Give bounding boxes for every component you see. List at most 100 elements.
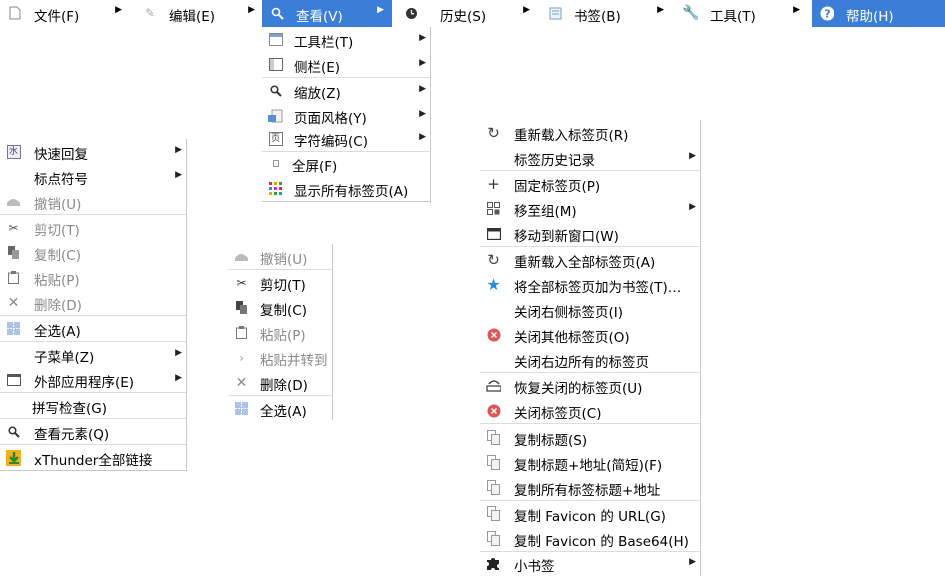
view-encoding-item[interactable]: 页 字符编码(C) ▶ xyxy=(262,126,432,151)
copy-item[interactable]: 复制(C) xyxy=(0,240,188,265)
copy-favicon-base64-item[interactable]: 复制 Favicon 的 Base64(H) xyxy=(480,526,702,551)
chevron-right-icon: ▶ xyxy=(377,5,384,15)
quick-reply-label: 快速回复 xyxy=(34,147,88,163)
pin-tab-item[interactable]: + 固定标签页(P) xyxy=(480,171,702,196)
reload-all-tabs-item[interactable]: ↻ 重新载入全部标签页(A) xyxy=(480,247,702,272)
chevron-right-icon: ▶ xyxy=(419,58,426,68)
copy-page-icon xyxy=(486,480,501,495)
punctuation-label: 标点符号 xyxy=(34,172,88,188)
copy-favicon-url-item[interactable]: 复制 Favicon 的 URL(G) xyxy=(480,501,702,526)
copy-title-item[interactable]: 复制标题(S) xyxy=(480,425,702,450)
menu-history[interactable]: 历史(S) ▶ xyxy=(396,0,538,27)
move-to-group-item[interactable]: 移至组(M) ▶ xyxy=(480,196,702,221)
cut-item[interactable]: ✂ 剪切(T) xyxy=(228,270,334,295)
star-icon: ★ xyxy=(486,275,501,294)
external-apps-item[interactable]: 外部应用程序(E) ▶ xyxy=(0,367,188,392)
chevron-right-icon: ▶ xyxy=(419,84,426,94)
xthunder-item[interactable]: xThunder全部链接 xyxy=(0,445,188,470)
view-page-style-item[interactable]: 页面风格(Y) ▶ xyxy=(262,103,432,128)
menu-edit[interactable]: ✎ 编辑(E) ▶ xyxy=(135,0,263,27)
undo-item[interactable]: 撤销(U) xyxy=(0,189,188,214)
menu-help[interactable]: ? 帮助(H) xyxy=(812,0,945,27)
undo-item[interactable]: 撤销(U) xyxy=(228,244,334,269)
view-toolbar-item[interactable]: 工具栏(T) ▶ xyxy=(262,27,432,52)
arrow-right-icon: › xyxy=(239,350,244,365)
view-zoom-item[interactable]: 缩放(Z) ▶ xyxy=(262,78,432,103)
restore-closed-tab-label: 恢复关闭的标签页(U) xyxy=(514,381,643,397)
reload-tab-item[interactable]: ↻ 重新载入标签页(R) xyxy=(480,120,702,145)
submenu-item[interactable]: 子菜单(Z) ▶ xyxy=(0,342,188,367)
chevron-right-icon: ▶ xyxy=(657,5,664,15)
delete-item[interactable]: ✕ 删除(D) xyxy=(228,370,334,395)
view-page-style-label: 页面风格(Y) xyxy=(294,111,367,127)
copy-label: 复制(C) xyxy=(260,303,307,319)
copy-item[interactable]: 复制(C) xyxy=(228,295,334,320)
reload-icon: ↻ xyxy=(487,123,500,142)
chevron-right-icon: ▶ xyxy=(523,5,530,15)
close-right-tabs-item[interactable]: 关闭右侧标签页(I) xyxy=(480,297,702,322)
context-menu-left: 水 快速回复 ▶ 标点符号 ▶ 撤销(U) ✂ 剪切(T) 复制(C) 粘贴(P… xyxy=(0,139,188,471)
bookmarklets-item[interactable]: 小书签 ▶ xyxy=(480,551,702,576)
view-toolbar-label: 工具栏(T) xyxy=(294,35,354,51)
bookmark-all-tabs-item[interactable]: ★ 将全部标签页加为书签(T)… xyxy=(480,272,702,297)
chevron-right-icon: ▶ xyxy=(689,151,696,161)
menu-bookmarks[interactable]: 书签(B) ▶ xyxy=(540,0,672,27)
chevron-right-icon: ▶ xyxy=(115,5,122,15)
page-icon xyxy=(8,6,22,20)
view-sidebar-label: 侧栏(E) xyxy=(294,60,341,76)
undo-label: 撤销(U) xyxy=(260,252,308,268)
view-sidebar-item[interactable]: 侧栏(E) ▶ xyxy=(262,52,432,77)
close-all-right-tabs-item[interactable]: 关闭右边所有的标签页 xyxy=(480,347,702,372)
paste-and-go-label: 粘贴并转到 xyxy=(260,353,328,369)
delete-item[interactable]: ✕ 删除(D) xyxy=(0,290,188,315)
close-red-icon xyxy=(486,403,501,418)
copy-label: 复制(C) xyxy=(34,248,81,264)
view-fullscreen-item[interactable]: 全屏(F) xyxy=(262,151,432,176)
quick-reply-item[interactable]: 水 快速回复 ▶ xyxy=(0,139,188,164)
chevron-right-icon: ▶ xyxy=(175,373,182,383)
select-all-item[interactable]: 全选(A) xyxy=(228,396,334,421)
chevron-right-icon: ▶ xyxy=(248,5,255,15)
menu-file[interactable]: 文件(F) ▶ xyxy=(0,0,130,27)
move-to-new-window-item[interactable]: 移动到新窗口(W) xyxy=(480,221,702,246)
tab-history-item[interactable]: 标签历史记录 ▶ xyxy=(480,145,702,170)
copy-page-icon xyxy=(486,430,501,445)
paste-item[interactable]: 粘贴(P) xyxy=(0,265,188,290)
select-all-item[interactable]: 全选(A) xyxy=(0,316,188,341)
copy-icon xyxy=(234,300,249,315)
view-all-tabs-item[interactable]: 显示所有标签页(A) xyxy=(262,176,432,201)
menu-view-label: 查看(V) xyxy=(296,9,343,25)
paste-label: 粘贴(P) xyxy=(34,273,80,289)
wrench-icon: 🔧 xyxy=(682,5,700,21)
copy-title-url-short-item[interactable]: 复制标题+地址(简短)(F) xyxy=(480,450,702,475)
menu-tools[interactable]: 🔧 工具(T) ▶ xyxy=(676,0,808,27)
inspect-element-item[interactable]: 查看元素(Q) xyxy=(0,419,188,444)
chevron-right-icon: ▶ xyxy=(793,5,800,15)
copy-page-icon xyxy=(486,531,501,546)
view-zoom-label: 缩放(Z) xyxy=(294,86,341,102)
close-other-tabs-item[interactable]: 关闭其他标签页(O) xyxy=(480,322,702,347)
restore-closed-tab-item[interactable]: 恢复关闭的标签页(U) xyxy=(480,373,702,398)
undo-icon xyxy=(6,194,21,209)
delete-label: 删除(D) xyxy=(260,378,308,394)
chevron-right-icon: ▶ xyxy=(175,170,182,180)
tab-context-menu: ↻ 重新载入标签页(R) 标签历史记录 ▶ + 固定标签页(P) 移至组(M) … xyxy=(480,120,702,576)
submenu-label: 子菜单(Z) xyxy=(34,350,95,366)
paste-item[interactable]: 粘贴(P) xyxy=(228,320,334,345)
spellcheck-item[interactable]: 拼写检查(G) xyxy=(0,393,188,418)
chevron-right-icon: ▶ xyxy=(689,202,696,212)
menu-help-label: 帮助(H) xyxy=(846,9,894,25)
select-all-icon xyxy=(6,321,21,336)
paste-and-go-item[interactable]: › 粘贴并转到 xyxy=(228,345,334,370)
spellcheck-label: 拼写检查(G) xyxy=(32,401,107,417)
delete-icon: ✕ xyxy=(7,294,20,311)
cut-item[interactable]: ✂ 剪切(T) xyxy=(0,215,188,240)
punctuation-item[interactable]: 标点符号 ▶ xyxy=(0,164,188,189)
chevron-right-icon: ▶ xyxy=(419,33,426,43)
xthunder-icon xyxy=(6,449,21,466)
copy-all-titles-urls-item[interactable]: 复制所有标签标题+地址 xyxy=(480,475,702,500)
close-tab-item[interactable]: 关闭标签页(C) xyxy=(480,398,702,423)
menu-view[interactable]: 查看(V) ▶ xyxy=(262,0,392,27)
move-to-new-window-label: 移动到新窗口(W) xyxy=(514,229,619,245)
copy-title-url-short-label: 复制标题+地址(简短)(F) xyxy=(514,458,663,474)
